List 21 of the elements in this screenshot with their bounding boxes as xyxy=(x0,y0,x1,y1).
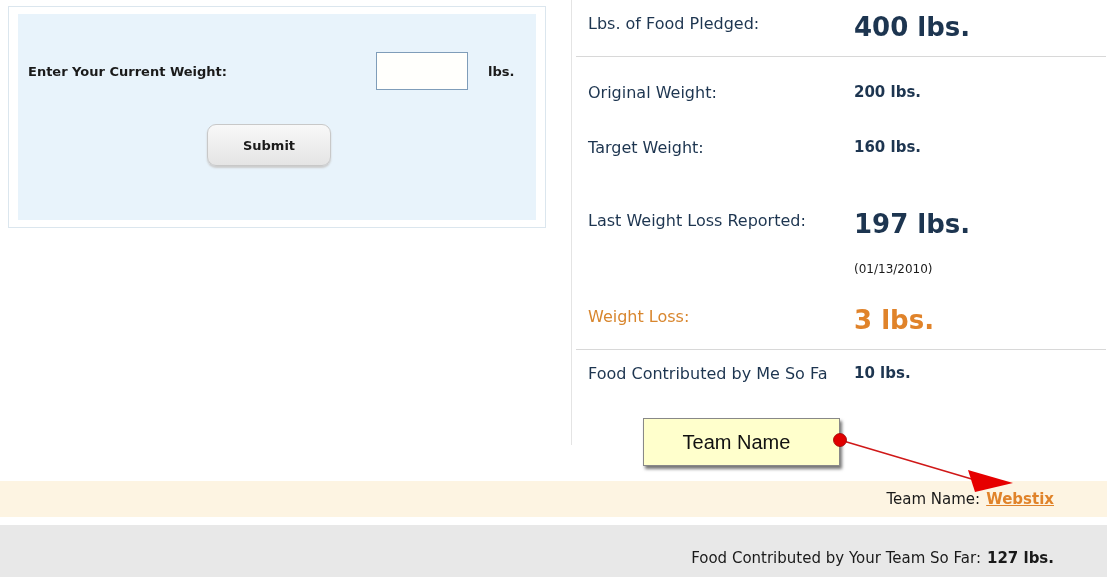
stat-label: Target Weight: xyxy=(588,137,705,159)
stat-label: Original Weight: xyxy=(588,82,718,104)
stat-value: 10 lbs. xyxy=(854,363,912,384)
stat-label: Lbs. of Food Pledged: xyxy=(588,13,761,35)
team-total-label: Food Contributed by Your Team So Far: xyxy=(691,549,981,567)
stat-value: 3 lbs. xyxy=(854,305,936,335)
weight-label: Enter Your Current Weight: xyxy=(28,63,228,79)
submit-button[interactable]: Submit xyxy=(207,124,331,166)
team-total-value: 127 lbs. xyxy=(986,549,1054,567)
stat-label: Food Contributed by Me So Fa xyxy=(588,363,828,385)
stat-value: 160 lbs. xyxy=(854,137,923,158)
team-name-label: Team Name: xyxy=(886,490,981,508)
stat-label: Weight Loss: xyxy=(588,306,691,328)
stat-label: Last Weight Loss Reported: xyxy=(588,210,807,232)
stat-value: (01/13/2010) xyxy=(854,261,934,278)
weight-input[interactable] xyxy=(376,52,468,90)
stat-value: 200 lbs. xyxy=(854,82,923,103)
callout-box: Team Name xyxy=(643,418,840,466)
stat-value: 197 lbs. xyxy=(854,209,972,239)
unit-label: lbs. xyxy=(488,63,515,79)
stat-value: 400 lbs. xyxy=(854,12,972,42)
